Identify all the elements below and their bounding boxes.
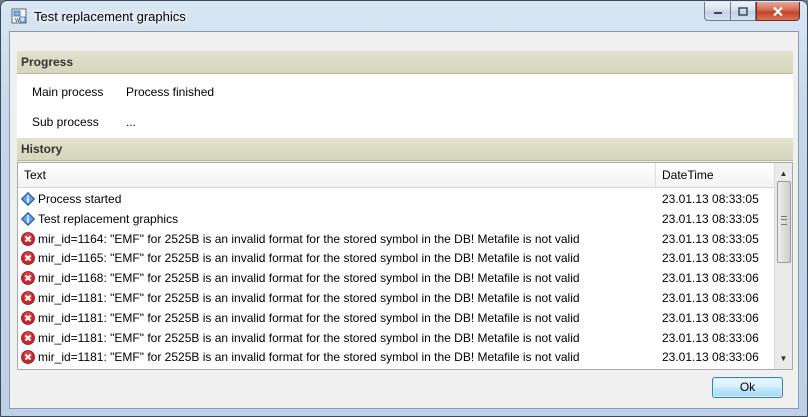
- close-icon: [773, 6, 783, 16]
- table-row[interactable]: mir_id=1181: "EMF" for 2525B is an inval…: [18, 309, 776, 329]
- table-row[interactable]: mir_id=1168: "EMF" for 2525B is an inval…: [18, 269, 776, 289]
- info-icon: [21, 191, 36, 207]
- row-message: Process started: [38, 192, 122, 206]
- table-row[interactable]: mir_id=1164: "EMF" for 2525B is an inval…: [18, 230, 776, 250]
- scroll-up-icon[interactable]: ▲: [775, 165, 792, 182]
- row-text-cell: Process started: [21, 190, 655, 210]
- dialog-window: W Test replacement graphics Progress Mai…: [0, 0, 808, 417]
- row-datetime: 23.01.13 08:33:06: [662, 290, 759, 305]
- row-text-cell: mir_id=1181: "EMF" for 2525B is an inval…: [21, 309, 655, 329]
- error-icon: [21, 330, 35, 345]
- progress-panel: Main process Process finished Sub proces…: [17, 74, 793, 138]
- minimize-button[interactable]: [704, 2, 730, 21]
- row-text-cell: mir_id=1164: "EMF" for 2525B is an inval…: [21, 230, 655, 250]
- scroll-down-icon[interactable]: ▼: [775, 350, 792, 367]
- maximize-button[interactable]: [730, 2, 756, 21]
- row-datetime: 23.01.13 08:33:05: [662, 231, 759, 246]
- error-icon: [21, 271, 35, 286]
- row-message: mir_id=1168: "EMF" for 2525B is an inval…: [38, 271, 580, 286]
- history-rows: Process started 23.01.13 08:33:05 Test rep…: [18, 190, 776, 368]
- info-icon: [21, 211, 36, 226]
- close-button[interactable]: [756, 2, 800, 21]
- history-header: History: [17, 138, 793, 161]
- grid-header: Text DateTime: [18, 163, 776, 188]
- row-datetime: 23.01.13 08:33:06: [662, 350, 759, 365]
- row-text-cell: mir_id=1181: "EMF" for 2525B is an inval…: [21, 348, 655, 368]
- row-message: mir_id=1165: "EMF" for 2525B is an inval…: [38, 251, 580, 266]
- row-message: Test replacement graphics: [38, 211, 179, 226]
- error-icon: [21, 350, 35, 365]
- row-text-cell: mir_id=1181: "EMF" for 2525B is an inval…: [21, 289, 655, 309]
- row-datetime: 23.01.13 08:33:06: [662, 271, 759, 286]
- row-datetime: 23.01.13 08:33:05: [662, 192, 759, 206]
- row-message: mir_id=1181: "EMF" for 2525B is an inval…: [38, 310, 580, 325]
- table-row[interactable]: mir_id=1181: "EMF" for 2525B is an inval…: [18, 348, 776, 368]
- svg-text:W: W: [15, 18, 20, 24]
- error-icon: [21, 291, 35, 305]
- table-row[interactable]: Process started 23.01.13 08:33:05: [18, 190, 776, 210]
- table-row[interactable]: mir_id=1181: "EMF" for 2525B is an inval…: [18, 329, 776, 349]
- row-datetime: 23.01.13 08:33:05: [662, 251, 759, 266]
- column-header-text[interactable]: Text: [18, 163, 656, 187]
- row-datetime: 23.01.13 08:33:05: [662, 211, 759, 226]
- history-grid[interactable]: Text DateTime Process started 23.01.13 08…: [17, 162, 793, 370]
- title-bar[interactable]: W Test replacement graphics: [1, 1, 807, 31]
- graphics-window-icon: W: [11, 8, 27, 24]
- window-title: Test replacement graphics: [34, 9, 186, 24]
- column-header-datetime[interactable]: DateTime: [656, 163, 776, 187]
- minimize-icon: [713, 12, 722, 14]
- row-text-cell: Test replacement graphics: [21, 210, 655, 230]
- vertical-scrollbar[interactable]: ▲ ▼: [774, 163, 792, 369]
- row-datetime: 23.01.13 08:33:06: [662, 330, 759, 345]
- error-icon: [21, 231, 35, 246]
- scrollbar-grip-icon: [781, 216, 787, 225]
- row-text-cell: mir_id=1181: "EMF" for 2525B is an inval…: [21, 329, 655, 349]
- row-message: mir_id=1181: "EMF" for 2525B is an inval…: [38, 350, 580, 365]
- row-message: mir_id=1181: "EMF" for 2525B is an inval…: [38, 330, 580, 345]
- ok-button[interactable]: Ok: [712, 377, 783, 398]
- row-datetime: 23.01.13 08:33:06: [662, 310, 759, 325]
- table-row[interactable]: Test replacement graphics 23.01.13 08:33:…: [18, 210, 776, 230]
- row-text-cell: mir_id=1165: "EMF" for 2525B is an inval…: [21, 249, 655, 269]
- maximize-icon: [738, 6, 748, 16]
- row-message: mir_id=1164: "EMF" for 2525B is an inval…: [38, 231, 580, 246]
- main-process-label: Main process: [32, 85, 104, 99]
- table-row[interactable]: mir_id=1165: "EMF" for 2525B is an inval…: [18, 249, 776, 269]
- table-row[interactable]: mir_id=1181: "EMF" for 2525B is an inval…: [18, 289, 776, 309]
- row-text-cell: mir_id=1168: "EMF" for 2525B is an inval…: [21, 269, 655, 289]
- sub-process-label: Sub process: [32, 115, 99, 129]
- caption-buttons: [704, 2, 800, 22]
- error-icon: [21, 251, 35, 266]
- scrollbar-thumb[interactable]: [777, 181, 791, 263]
- sub-process-value: ...: [126, 115, 137, 129]
- progress-header: Progress: [17, 51, 793, 74]
- main-process-value: Process finished: [126, 85, 215, 99]
- row-message: mir_id=1181: "EMF" for 2525B is an inval…: [38, 290, 580, 305]
- error-icon: [21, 310, 35, 325]
